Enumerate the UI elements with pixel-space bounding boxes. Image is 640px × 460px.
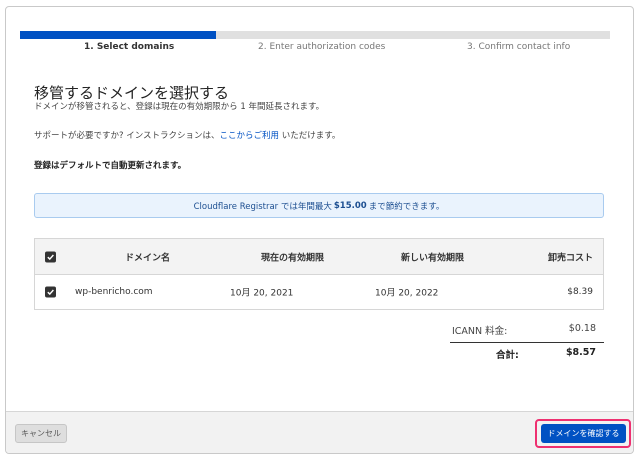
checkbox-checked-icon bbox=[45, 251, 56, 262]
dialog-frame bbox=[5, 6, 634, 454]
cancel-button[interactable]: キャンセル bbox=[15, 424, 67, 443]
row-current-expiry: 10月 20, 2021 bbox=[230, 288, 294, 299]
page-subtitle: ドメインが移管されると、登録は現在の有効期限から 1 年間延長されます。 bbox=[34, 102, 325, 112]
progress-fill bbox=[20, 31, 217, 39]
icann-fee-value: $0.18 bbox=[568, 323, 596, 334]
step-select-domains: 1. Select domains bbox=[84, 42, 175, 52]
banner-prefix: Cloudflare Registrar では年間最大 bbox=[193, 201, 332, 212]
step-enter-auth-codes: 2. Enter authorization codes bbox=[258, 42, 386, 52]
step-confirm-contact: 3. Confirm contact info bbox=[467, 42, 571, 52]
confirm-domains-button[interactable]: ドメインを確認する bbox=[541, 424, 626, 443]
table-row: wp-benricho.com 10月 20, 2021 10月 20, 202… bbox=[35, 275, 603, 309]
header-new-expiry[interactable]: 新しい有効期限 bbox=[401, 250, 464, 263]
total-value: $8.57 bbox=[565, 347, 596, 358]
select-all-checkbox[interactable] bbox=[45, 251, 56, 262]
row-domain: wp-benricho.com bbox=[75, 287, 153, 297]
total-label: 合計: bbox=[496, 350, 519, 361]
header-domain[interactable]: ドメイン名 bbox=[125, 250, 170, 263]
summary-divider bbox=[450, 342, 604, 343]
domains-table: ドメイン名 現在の有効期限 新しい有効期限 卸売コスト wp-benricho.… bbox=[34, 238, 604, 310]
row-cost: $8.39 bbox=[567, 287, 593, 297]
support-text: サポートが必要ですか? インストラクションは、ここからご利用 いただけます。 bbox=[34, 129, 340, 141]
support-prefix: サポートが必要ですか? インストラクションは、 bbox=[34, 131, 220, 141]
header-wholesale-cost[interactable]: 卸売コスト bbox=[548, 250, 593, 263]
row-checkbox[interactable] bbox=[45, 286, 56, 298]
table-header: ドメイン名 現在の有効期限 新しい有効期限 卸売コスト bbox=[35, 239, 603, 275]
checkbox-checked-icon bbox=[45, 286, 56, 298]
row-new-expiry: 10月 20, 2022 bbox=[375, 288, 439, 299]
header-current-expiry[interactable]: 現在の有効期限 bbox=[261, 250, 324, 263]
support-suffix: いただけます。 bbox=[279, 131, 341, 141]
support-link[interactable]: ここからご利用 bbox=[220, 131, 280, 141]
progress-stepper bbox=[20, 31, 610, 39]
banner-amount: $15.00 bbox=[333, 200, 367, 211]
icann-fee-label: ICANN 料金: bbox=[452, 326, 508, 337]
banner-suffix: まで節約できます。 bbox=[368, 201, 445, 212]
savings-banner: Cloudflare Registrar では年間最大 $15.00 まで節約で… bbox=[34, 193, 604, 218]
autorenew-note: 登録はデフォルトで自動更新されます。 bbox=[34, 161, 187, 171]
